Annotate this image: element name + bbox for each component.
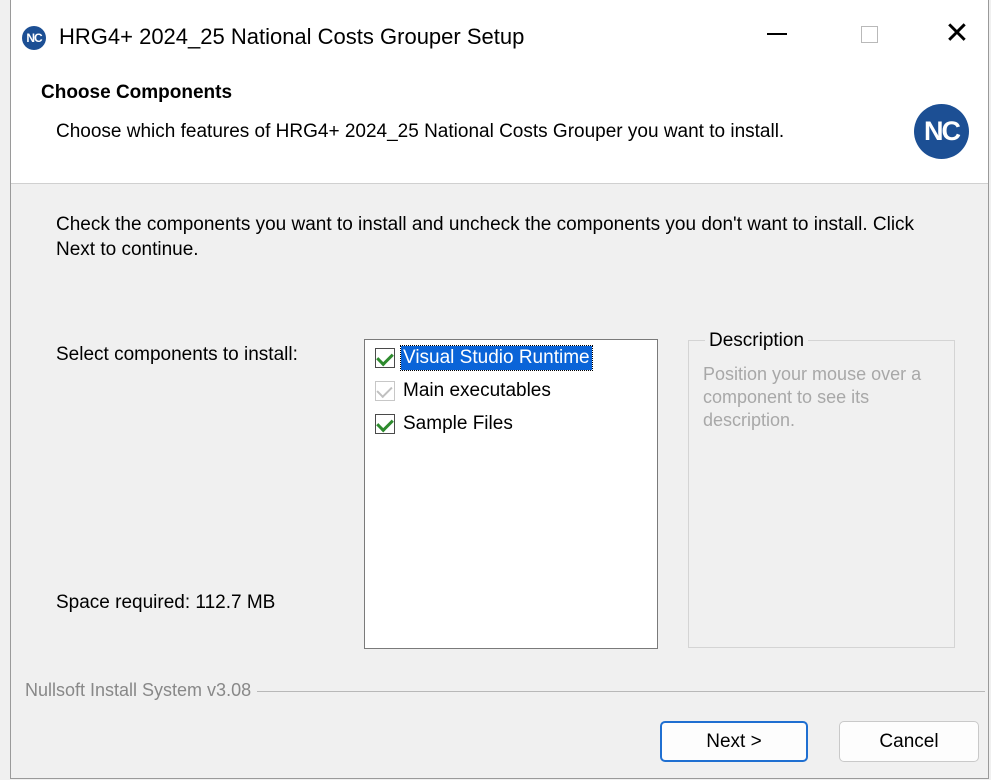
page-subtitle: Choose which features of HRG4+ 2024_25 N… bbox=[56, 121, 785, 142]
instructions-text: Check the components you want to install… bbox=[56, 214, 915, 260]
nsis-brand-label: Nullsoft Install System v3.08 bbox=[25, 680, 258, 701]
close-button[interactable]: ✕ bbox=[911, 0, 991, 68]
page-header: Choose Components Choose which features … bbox=[11, 68, 988, 184]
component-visual-studio-runtime[interactable]: Visual Studio Runtime bbox=[375, 344, 593, 372]
description-groupbox: Description Position your mouse over a c… bbox=[688, 330, 955, 648]
component-sample-files[interactable]: Sample Files bbox=[375, 410, 515, 438]
installer-window: NC HRG4+ 2024_25 National Costs Grouper … bbox=[10, 0, 989, 779]
checkbox-main-executables bbox=[375, 381, 395, 401]
checkmark-icon bbox=[376, 348, 394, 367]
next-button[interactable]: Next > bbox=[660, 721, 808, 762]
component-label: Main executables bbox=[403, 380, 551, 401]
checkmark-icon bbox=[376, 381, 393, 399]
maximize-button bbox=[823, 0, 915, 68]
component-label: Sample Files bbox=[403, 413, 513, 434]
space-required-label: Space required: 112.7 MB bbox=[56, 592, 276, 613]
checkbox-visual-studio-runtime[interactable] bbox=[375, 348, 395, 368]
checkbox-sample-files[interactable] bbox=[375, 414, 395, 434]
description-text: Position your mouse over a component to … bbox=[703, 364, 922, 430]
components-tree[interactable]: Visual Studio Runtime Main executables S… bbox=[364, 339, 658, 649]
nc-logo-icon: NC bbox=[914, 104, 969, 159]
app-logo-icon: NC bbox=[22, 26, 46, 50]
maximize-icon bbox=[860, 25, 878, 43]
component-label: Visual Studio Runtime bbox=[400, 345, 593, 371]
close-icon: ✕ bbox=[944, 17, 970, 50]
minimize-icon bbox=[767, 33, 787, 35]
component-main-executables[interactable]: Main executables bbox=[375, 377, 553, 405]
page-title: Choose Components bbox=[41, 82, 233, 103]
select-components-label: Select components to install: bbox=[56, 344, 298, 365]
checkmark-icon bbox=[376, 414, 394, 433]
window-title: HRG4+ 2024_25 National Costs Grouper Set… bbox=[59, 24, 525, 49]
description-title: Description bbox=[705, 330, 809, 352]
cancel-button[interactable]: Cancel bbox=[839, 721, 979, 762]
minimize-button[interactable] bbox=[731, 0, 823, 68]
title-bar[interactable]: NC HRG4+ 2024_25 National Costs Grouper … bbox=[11, 0, 988, 68]
